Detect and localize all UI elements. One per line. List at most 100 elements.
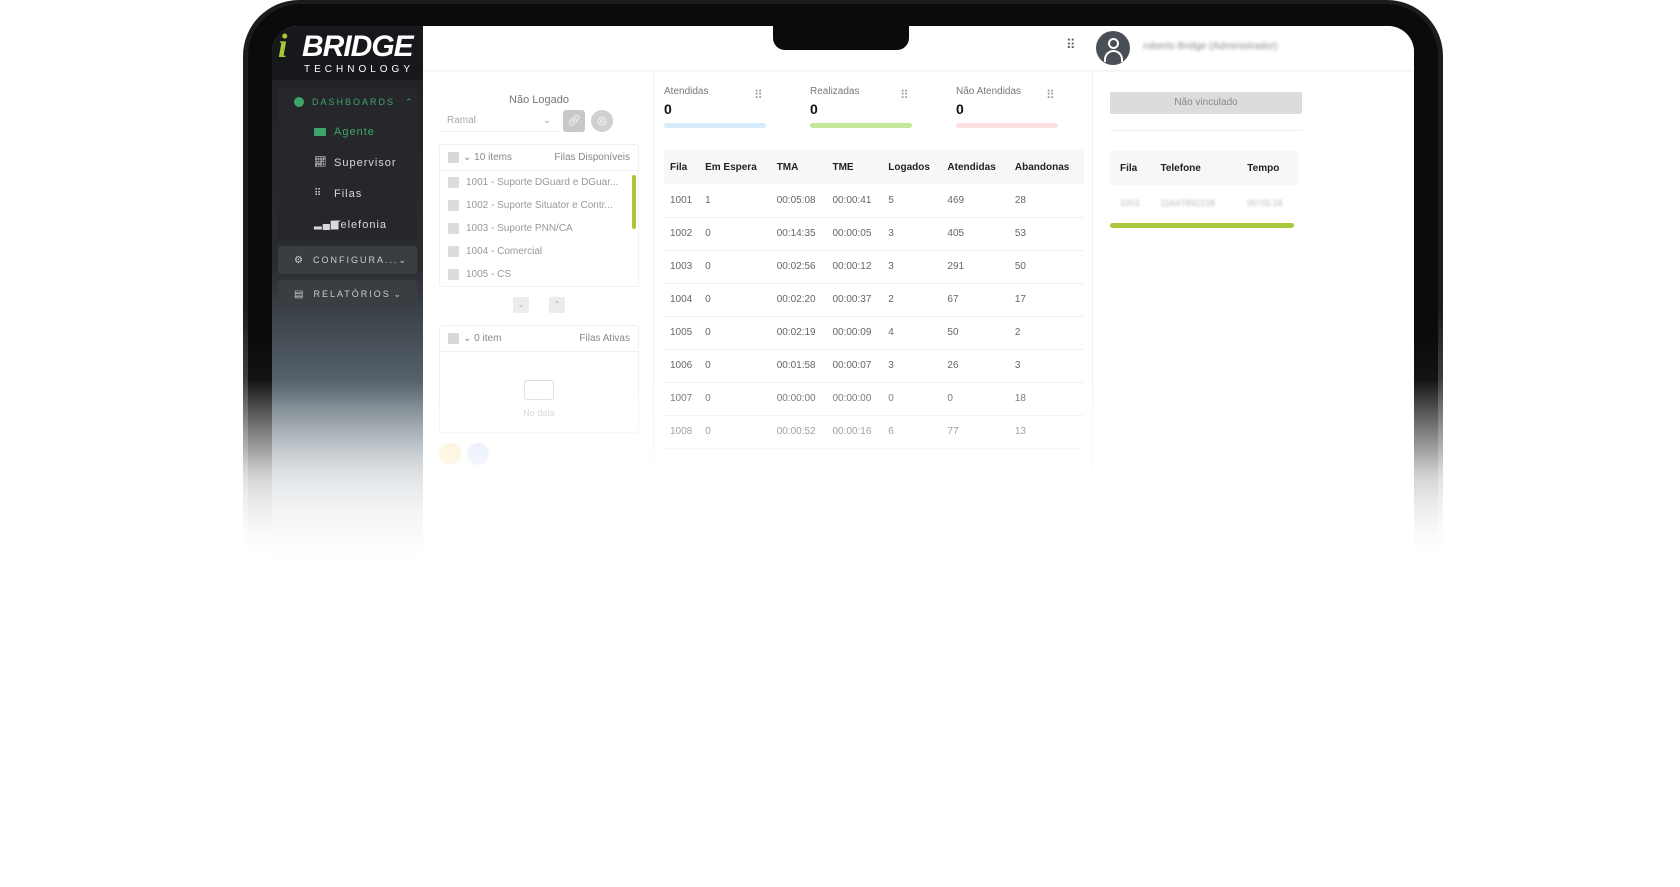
table-cell: 0 xyxy=(699,415,771,449)
column-header: Tempo xyxy=(1237,151,1298,185)
table-cell: 00:00:12 xyxy=(826,250,883,284)
hide-button[interactable]: ◎ xyxy=(591,110,613,132)
table-cell: 00:00:37 xyxy=(826,283,883,317)
table-cell: 50 xyxy=(941,316,1009,350)
table-cell: 1005 xyxy=(664,316,700,350)
column-header[interactable]: TME xyxy=(826,150,883,184)
table-row[interactable]: 1004 0 00:02:20 00:00:37 2 67 17 xyxy=(664,283,1084,317)
status-dot-blue[interactable] xyxy=(467,443,489,465)
drag-handle-icon[interactable]: ⠿ xyxy=(900,89,909,101)
table-row[interactable]: 1001 1 00:05:08 00:00:41 5 469 28 xyxy=(664,184,1084,218)
link-button[interactable]: 🔗︎ xyxy=(563,110,585,132)
chevron-up-icon: ⌃ xyxy=(405,96,415,107)
top-bar: ⠿ roberto Bridge (Administrador) xyxy=(423,26,1414,70)
list-item[interactable]: 1002 - Suporte Situator e Contr... xyxy=(440,194,638,217)
table-row[interactable]: 1002 0 00:14:35 00:00:05 3 405 53 xyxy=(664,217,1084,251)
table-cell: 00:14:35 xyxy=(770,217,827,251)
logo-i: i xyxy=(278,28,288,65)
move-down-button[interactable]: ⌄ xyxy=(513,297,529,313)
kpi-value: 0 xyxy=(810,101,818,117)
drag-handle-icon[interactable]: ⠿ xyxy=(754,89,763,101)
status-dots xyxy=(439,443,639,465)
list-scrollbar[interactable] xyxy=(632,175,636,229)
column-header: Fila xyxy=(1110,151,1151,185)
status-dot-yellow[interactable] xyxy=(439,443,461,465)
not-linked-button[interactable]: Não vinculado xyxy=(1110,92,1302,114)
table-row[interactable]: 1001 11647892228 00:03:18 xyxy=(1110,185,1298,221)
sidebar-item-supervisor[interactable]: 📈︎ Supervisor xyxy=(278,147,417,178)
gear-icon: ⚙ xyxy=(294,254,305,266)
avatar[interactable] xyxy=(1096,31,1130,65)
ramal-select[interactable]: Ramal ⌄ xyxy=(439,110,559,132)
ibridge-logo[interactable]: i BRIDGE TECHNOLOGY xyxy=(272,26,423,80)
checkbox[interactable] xyxy=(448,177,459,188)
table-cell: 0 xyxy=(699,217,771,251)
table-cell: 77 xyxy=(941,415,1009,449)
active-title: Filas Ativas xyxy=(579,333,630,344)
table-row[interactable]: 1007 0 00:00:00 00:00:00 0 0 18 xyxy=(664,382,1084,416)
chevron-down-icon[interactable]: ⌄ xyxy=(463,152,471,163)
available-queues-header: ⌄ 10 items Filas Disponíveis xyxy=(440,145,638,171)
table-cell: 17 xyxy=(1008,283,1084,317)
table-cell: 0 xyxy=(941,382,1009,416)
table-cell: 1006 xyxy=(664,349,700,383)
active-queues-list: ⌄ 0 item Filas Ativas No data xyxy=(439,325,639,433)
table-cell: 0 xyxy=(699,250,771,284)
progress-bar xyxy=(1110,223,1294,228)
checkbox[interactable] xyxy=(448,246,459,257)
dialpad-icon[interactable]: ⠿ xyxy=(1066,37,1076,53)
nav-group-dashboards: DASHBOARDS ⌃ Agente 📈︎ Supervisor ⠿ Fila… xyxy=(278,88,417,240)
ramal-placeholder: Ramal xyxy=(447,115,476,126)
chevron-down-icon[interactable]: ⌄ xyxy=(463,333,471,344)
table-row[interactable]: 1006 0 00:01:58 00:00:07 3 26 3 xyxy=(664,349,1084,383)
kpi-label: Não Atendidas xyxy=(956,86,1022,97)
list-item[interactable]: 1003 - Suporte PNN/CA xyxy=(440,217,638,240)
table-header: Fila Telefone Tempo xyxy=(1110,151,1298,185)
nav-dashboards-header[interactable]: DASHBOARDS ⌃ xyxy=(278,88,417,116)
table-cell: 13 xyxy=(1008,415,1084,449)
table-row[interactable]: 1008 0 00:00:52 00:00:16 6 77 13 xyxy=(664,415,1084,449)
column-header[interactable]: Atendidas xyxy=(941,150,1009,184)
move-up-button[interactable]: ⌃ xyxy=(549,297,565,313)
select-all-checkbox[interactable] xyxy=(448,333,459,344)
table-cell: 0 xyxy=(699,316,771,350)
app-screen: i BRIDGE TECHNOLOGY DASHBOARDS ⌃ Agente … xyxy=(272,26,1414,560)
list-item[interactable]: 1001 - Suporte DGuard e DGuar... xyxy=(440,171,638,194)
kpi-nao-atendidas: Não Atendidas 0 ⠿ xyxy=(946,86,1092,128)
column-header[interactable]: TMA xyxy=(770,150,827,184)
table-row[interactable]: 1005 0 00:02:19 00:00:09 4 50 2 xyxy=(664,316,1084,350)
checkbox[interactable] xyxy=(448,269,459,280)
column-header: Telefone xyxy=(1150,151,1238,185)
table-cell: 0 xyxy=(699,283,771,317)
nav-relatorios[interactable]: ▤ RELATÓRIOS ⌄ xyxy=(278,280,417,308)
table-cell: 1004 xyxy=(664,283,700,317)
agent-status: Não Logado xyxy=(509,94,569,106)
column-header[interactable]: Logados xyxy=(882,150,942,184)
column-header[interactable]: Em Espera xyxy=(699,150,771,184)
sidebar-item-telefonia[interactable]: ▂▄▆ Telefonia xyxy=(278,209,417,240)
cell-telefone: 11647892228 xyxy=(1160,198,1215,208)
ramal-row: Ramal ⌄ 🔗︎ ◎ xyxy=(439,110,639,132)
drag-handle-icon[interactable]: ⠿ xyxy=(1046,89,1055,101)
gauge-icon xyxy=(294,97,304,107)
column-header[interactable]: Abandonas xyxy=(1008,150,1084,184)
queue-table: Fila Em Espera TMA TME Logados Atendidas… xyxy=(664,150,1084,449)
select-all-checkbox[interactable] xyxy=(448,152,459,163)
user-name[interactable]: roberto Bridge (Administrador) xyxy=(1143,41,1278,52)
list-item[interactable]: 1005 - CS xyxy=(440,263,638,286)
checkbox[interactable] xyxy=(448,223,459,234)
calls-table: Fila Telefone Tempo 1001 11647892228 00:… xyxy=(1110,151,1298,221)
table-row[interactable]: 1003 0 00:02:56 00:00:12 3 291 50 xyxy=(664,250,1084,284)
sidebar-item-agente[interactable]: Agente xyxy=(278,116,417,147)
column-header[interactable]: Fila xyxy=(664,150,700,184)
nav-configuracoes[interactable]: ⚙ CONFIGURA... ⌄ xyxy=(278,246,417,274)
sidebar-item-filas[interactable]: ⠿ Filas xyxy=(278,178,417,209)
table-cell: 00:02:19 xyxy=(770,316,827,350)
table-cell: 18 xyxy=(1008,382,1084,416)
table-cell: 1008 xyxy=(664,415,700,449)
empty-state: No data xyxy=(440,352,638,432)
nav-relatorios-label: RELATÓRIOS xyxy=(313,289,391,299)
list-item[interactable]: 1004 - Comercial xyxy=(440,240,638,263)
table-cell: 0 xyxy=(882,382,942,416)
checkbox[interactable] xyxy=(448,200,459,211)
